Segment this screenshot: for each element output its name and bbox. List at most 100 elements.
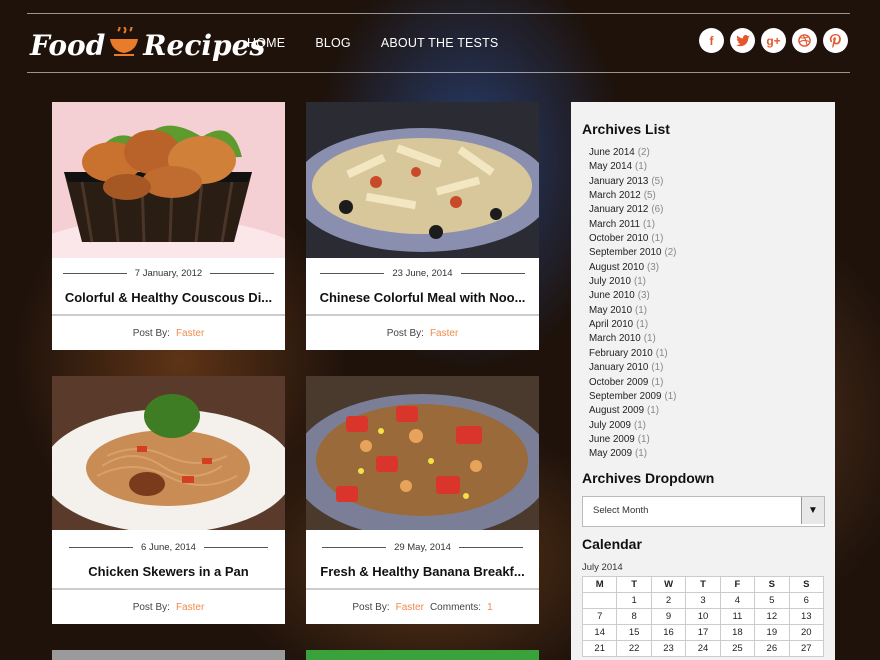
archive-month-link[interactable]: March 2012 bbox=[589, 190, 641, 201]
post-image-banana-breakfast[interactable] bbox=[306, 376, 539, 532]
archive-item: January 2012 (6) bbox=[589, 203, 676, 217]
post-card: 29 May, 2014 Fresh & Healthy Banana Brea… bbox=[306, 376, 539, 624]
archive-month-link[interactable]: May 2009 bbox=[589, 448, 632, 459]
post-author-link[interactable]: Faster bbox=[430, 328, 458, 339]
archives-month-select[interactable]: Select Month ▼ bbox=[582, 496, 825, 527]
calendar-day: 8 bbox=[616, 608, 652, 625]
post-title[interactable]: Chicken Skewers in a Pan bbox=[52, 562, 285, 588]
post-author-link[interactable]: Faster bbox=[396, 602, 424, 613]
archive-month-link[interactable]: May 2014 bbox=[589, 161, 632, 172]
archive-month-link[interactable]: July 2009 bbox=[589, 420, 631, 431]
calendar-day: 25 bbox=[719, 640, 756, 657]
bowl-icon bbox=[107, 23, 141, 64]
header-bottom-rule bbox=[27, 72, 850, 73]
site-logo[interactable]: Food Recipes bbox=[30, 20, 265, 70]
pinterest-icon[interactable] bbox=[823, 28, 848, 53]
archive-count: (1) bbox=[647, 405, 660, 417]
archive-month-link[interactable]: April 2010 bbox=[589, 319, 633, 330]
nav-home[interactable]: HOME bbox=[247, 36, 285, 50]
archives-dropdown-title: Archives Dropdown bbox=[582, 470, 715, 486]
divider bbox=[62, 272, 127, 274]
calendar-weekday: S bbox=[788, 576, 825, 593]
post-image-fried-chicken[interactable] bbox=[52, 102, 285, 258]
archive-month-link[interactable]: January 2012 bbox=[589, 204, 648, 215]
archive-item: May 2010 (1) bbox=[589, 304, 676, 318]
archive-month-link[interactable]: September 2009 bbox=[589, 391, 661, 402]
archive-month-link[interactable]: May 2010 bbox=[589, 305, 632, 316]
google-plus-icon[interactable]: g+ bbox=[761, 28, 786, 53]
archive-count: (1) bbox=[635, 161, 648, 173]
archive-month-link[interactable]: October 2009 bbox=[589, 377, 648, 388]
chevron-down-icon[interactable]: ▼ bbox=[801, 497, 824, 524]
post-image-noodle-meal[interactable] bbox=[306, 102, 539, 258]
archive-item: June 2014 (2) bbox=[589, 146, 676, 160]
post-meta: Post By: Faster bbox=[306, 314, 539, 350]
main-nav: HOME BLOG ABOUT THE TESTS bbox=[247, 36, 528, 50]
archive-month-link[interactable]: January 2013 bbox=[589, 176, 648, 187]
calendar-day: 7 bbox=[581, 608, 618, 625]
archive-month-link[interactable]: August 2009 bbox=[589, 405, 644, 416]
facebook-icon[interactable]: f bbox=[699, 28, 724, 53]
calendar-day: 24 bbox=[685, 640, 721, 657]
calendar-weekday: W bbox=[650, 576, 687, 593]
archive-item: July 2010 (1) bbox=[589, 275, 676, 289]
post-title[interactable]: Chinese Colorful Meal with Noo... bbox=[306, 288, 539, 314]
archive-item: June 2009 (1) bbox=[589, 433, 676, 447]
archive-item: August 2010 (3) bbox=[589, 261, 676, 275]
post-title[interactable]: Fresh & Healthy Banana Breakf... bbox=[306, 562, 539, 588]
archive-item: March 2012 (5) bbox=[589, 189, 676, 203]
post-meta: Post By: Faster bbox=[52, 588, 285, 624]
archive-count: (1) bbox=[635, 448, 648, 460]
archive-count: (3) bbox=[647, 261, 660, 273]
archive-month-link[interactable]: March 2011 bbox=[589, 219, 640, 230]
calendar-day: 13 bbox=[788, 608, 825, 625]
archive-month-link[interactable]: June 2014 bbox=[589, 147, 635, 158]
archive-item: April 2010 (1) bbox=[589, 318, 676, 332]
twitter-icon[interactable] bbox=[730, 28, 755, 53]
post-meta: Post By: Faster Comments: 1 bbox=[306, 588, 539, 624]
archive-month-link[interactable]: October 2010 bbox=[589, 233, 648, 244]
archive-month-link[interactable]: August 2010 bbox=[589, 262, 644, 273]
archive-item: May 2009 (1) bbox=[589, 447, 676, 461]
archive-count: (1) bbox=[651, 376, 664, 388]
archive-count: (1) bbox=[633, 276, 646, 288]
nav-about-the-tests[interactable]: ABOUT THE TESTS bbox=[381, 36, 499, 50]
dribbble-icon[interactable] bbox=[792, 28, 817, 53]
calendar-day: 1 bbox=[616, 592, 652, 609]
archive-count: (2) bbox=[637, 147, 650, 158]
archive-month-link[interactable]: July 2010 bbox=[589, 276, 631, 287]
archive-month-link[interactable]: January 2010 bbox=[589, 362, 648, 373]
archive-month-link[interactable]: March 2010 bbox=[589, 333, 641, 344]
post-card-partial[interactable] bbox=[306, 650, 539, 660]
archive-count: (1) bbox=[655, 347, 668, 359]
sidebar: Archives List June 2014 (2) May 2014 (1) Jan… bbox=[571, 102, 835, 660]
divider bbox=[458, 546, 523, 548]
post-author-link[interactable]: Faster bbox=[176, 602, 204, 613]
post-date: 23 June, 2014 bbox=[392, 267, 453, 279]
post-image-chicken-skewers[interactable] bbox=[52, 376, 285, 532]
archive-item: September 2009 (1) bbox=[589, 390, 676, 404]
comments-label: Comments: bbox=[429, 601, 482, 613]
post-card: 7 January, 2012 Colorful & Healthy Cousc… bbox=[52, 102, 285, 350]
archive-count: (1) bbox=[651, 233, 664, 245]
archive-month-link[interactable]: June 2010 bbox=[589, 290, 635, 301]
archive-item: July 2009 (1) bbox=[589, 419, 676, 433]
post-card: 6 June, 2014 Chicken Skewers in a Pan Po… bbox=[52, 376, 285, 624]
archive-month-link[interactable]: February 2010 bbox=[589, 348, 653, 359]
post-author-link[interactable]: Faster bbox=[176, 328, 204, 339]
calendar-day: 3 bbox=[685, 592, 721, 609]
post-title[interactable]: Colorful & Healthy Couscous Di... bbox=[52, 288, 285, 314]
post-date-row: 29 May, 2014 bbox=[306, 532, 539, 562]
divider bbox=[203, 546, 268, 548]
post-date: 7 January, 2012 bbox=[134, 267, 203, 279]
divider bbox=[322, 546, 387, 548]
nav-blog[interactable]: BLOG bbox=[315, 36, 351, 50]
post-card-partial[interactable] bbox=[52, 650, 285, 660]
select-value: Select Month bbox=[593, 505, 649, 516]
calendar-day: 11 bbox=[719, 608, 756, 625]
archive-month-link[interactable]: June 2009 bbox=[589, 434, 635, 445]
calendar-day: 6 bbox=[788, 592, 825, 609]
archive-month-link[interactable]: September 2010 bbox=[589, 247, 661, 258]
archive-item: June 2010 (3) bbox=[589, 289, 676, 303]
comments-count-link[interactable]: 1 bbox=[487, 602, 493, 613]
